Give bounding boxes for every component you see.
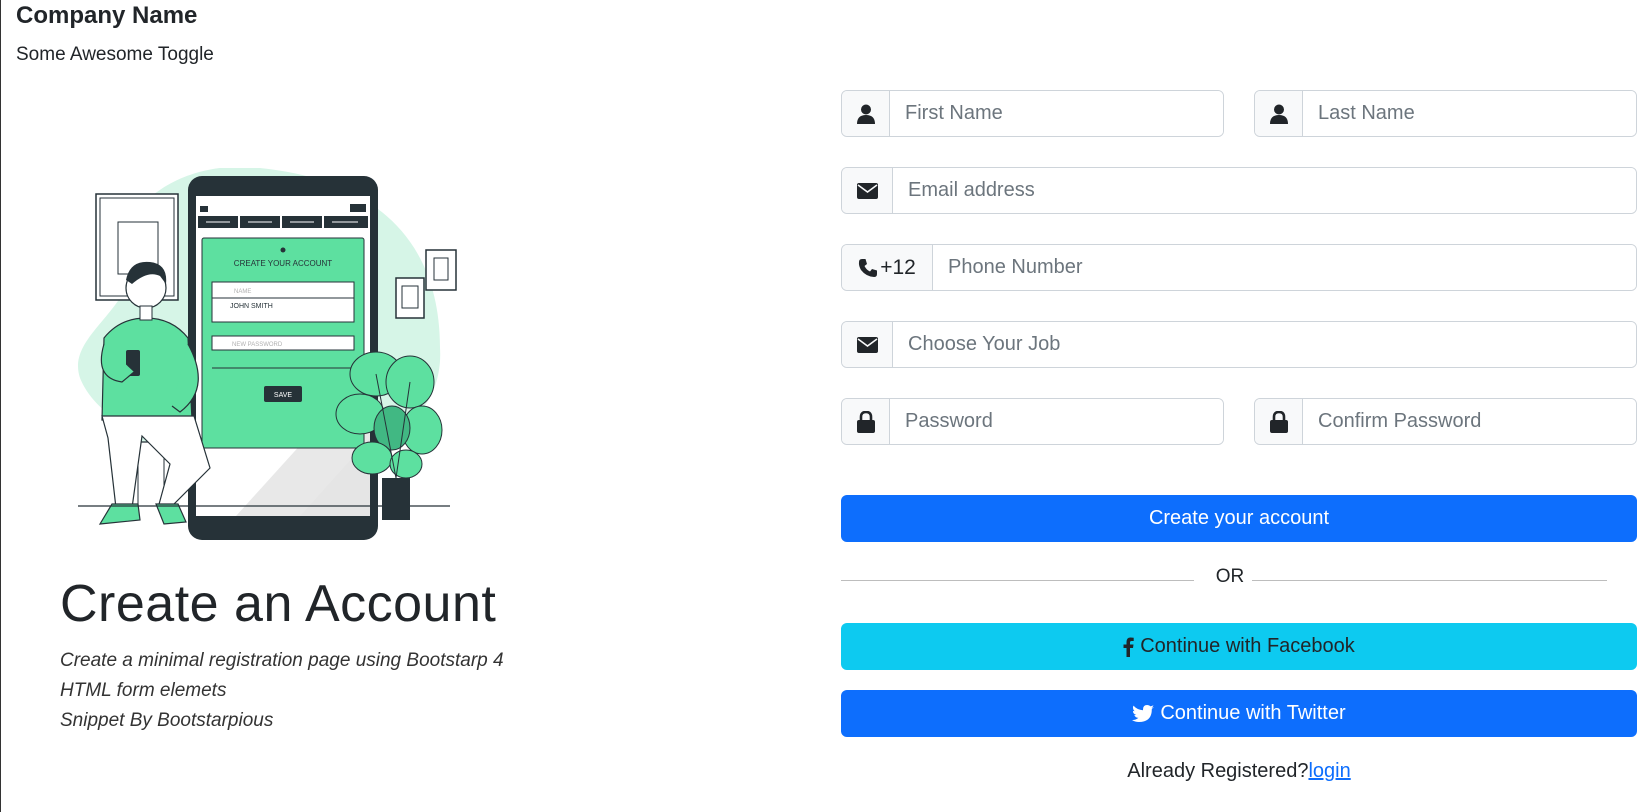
phone-prefix-code: +12 [880, 255, 916, 279]
wall-frame-small [425, 249, 457, 291]
phone-row: +12 [841, 244, 1637, 291]
create-account-button[interactable]: Create your account [841, 495, 1637, 542]
screen-name-value: JOHN SMITH [230, 303, 273, 310]
brand-name[interactable]: Company Name [16, 2, 197, 30]
or-divider: OR [841, 566, 1608, 590]
email-input[interactable] [893, 168, 1636, 213]
envelope-icon [842, 322, 893, 367]
job-row [841, 321, 1637, 368]
wall-frame-mini [395, 277, 425, 319]
facebook-button[interactable]: Continue with Facebook [841, 623, 1637, 670]
confirm-password-group [1254, 398, 1637, 445]
first-name-group [841, 90, 1224, 137]
login-prompt: Already Registered?login [841, 760, 1637, 783]
password-row [841, 398, 1637, 445]
navbar-toggle[interactable]: Some Awesome Toggle [16, 44, 214, 66]
password-group [841, 398, 1224, 445]
email-row [841, 167, 1637, 214]
name-row [841, 90, 1637, 137]
user-icon [1255, 91, 1303, 136]
or-line-right [1252, 580, 1607, 581]
or-label: OR [1215, 566, 1245, 587]
lock-icon [1255, 399, 1303, 444]
page-left-border [0, 0, 1, 812]
hero-line: HTML form elemets [60, 680, 227, 701]
twitter-label: Continue with Twitter [1160, 702, 1346, 724]
last-name-group [1254, 90, 1637, 137]
phone-prefix[interactable]: +12 [842, 245, 933, 290]
registration-illustration: CREATE YOUR ACCOUNT NAME JOHN SMITH NEW … [78, 168, 457, 540]
screen-password-label: NEW PASSWORD [232, 342, 283, 348]
job-group [841, 321, 1637, 368]
password-input[interactable] [890, 399, 1223, 444]
last-name-input[interactable] [1303, 91, 1636, 136]
or-line-left [841, 580, 1194, 581]
twitter-button[interactable]: Continue with Twitter [841, 690, 1637, 737]
login-link[interactable]: login [1308, 760, 1350, 782]
lock-icon [842, 399, 890, 444]
twitter-icon [1132, 704, 1155, 722]
phone-group: +12 [841, 244, 1637, 291]
already-registered-text: Already Registered? [1127, 760, 1309, 782]
phone-icon [859, 258, 878, 277]
hero-line: Snippet By Bootstarpious [60, 710, 274, 731]
phone-input[interactable] [933, 245, 1636, 290]
hero-title: Create an Account [60, 575, 497, 633]
envelope-icon [842, 168, 893, 213]
facebook-icon [1123, 637, 1134, 657]
job-select[interactable] [893, 322, 1636, 367]
screen-name-label: NAME [234, 289, 251, 295]
confirm-password-input[interactable] [1303, 399, 1636, 444]
hero-line: Create a minimal registration page using… [60, 650, 504, 671]
email-group [841, 167, 1637, 214]
facebook-label: Continue with Facebook [1140, 635, 1355, 657]
hero-description: Create a minimal registration page using… [60, 646, 504, 736]
first-name-input[interactable] [890, 91, 1223, 136]
user-icon [842, 91, 890, 136]
screen-heading: CREATE YOUR ACCOUNT [234, 259, 332, 268]
screen-save-label: SAVE [274, 392, 292, 399]
create-account-label: Create your account [1148, 507, 1330, 529]
